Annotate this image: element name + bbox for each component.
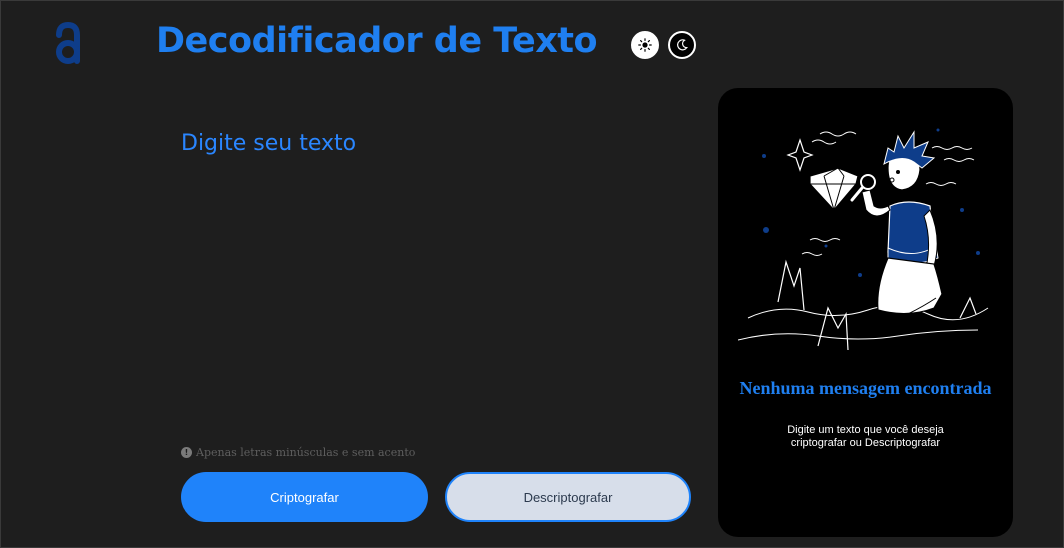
decrypt-button[interactable]: Descriptografar	[445, 472, 691, 522]
dark-theme-button[interactable]	[668, 31, 696, 59]
boy-with-magnifier-illustration	[738, 128, 989, 351]
light-theme-button[interactable]	[631, 31, 659, 59]
output-subtitle: Digite um texto que você deseja criptogr…	[787, 424, 944, 449]
output-title: Nenhuma mensagem encontrada	[739, 378, 992, 398]
hint-text: Apenas letras minúsculas e sem acento	[196, 446, 416, 459]
sun-icon	[638, 38, 652, 52]
output-panel: Nenhuma mensagem encontrada Digite um te…	[718, 88, 1013, 537]
moon-icon	[677, 39, 688, 51]
message-input[interactable]	[181, 131, 681, 431]
info-icon: !	[181, 447, 192, 458]
page-title: Decodificador de Texto	[156, 21, 598, 61]
input-hint: ! Apenas letras minúsculas e sem acento	[181, 446, 415, 459]
encrypt-button[interactable]: Criptografar	[181, 472, 428, 522]
alura-logo-icon	[56, 21, 80, 64]
